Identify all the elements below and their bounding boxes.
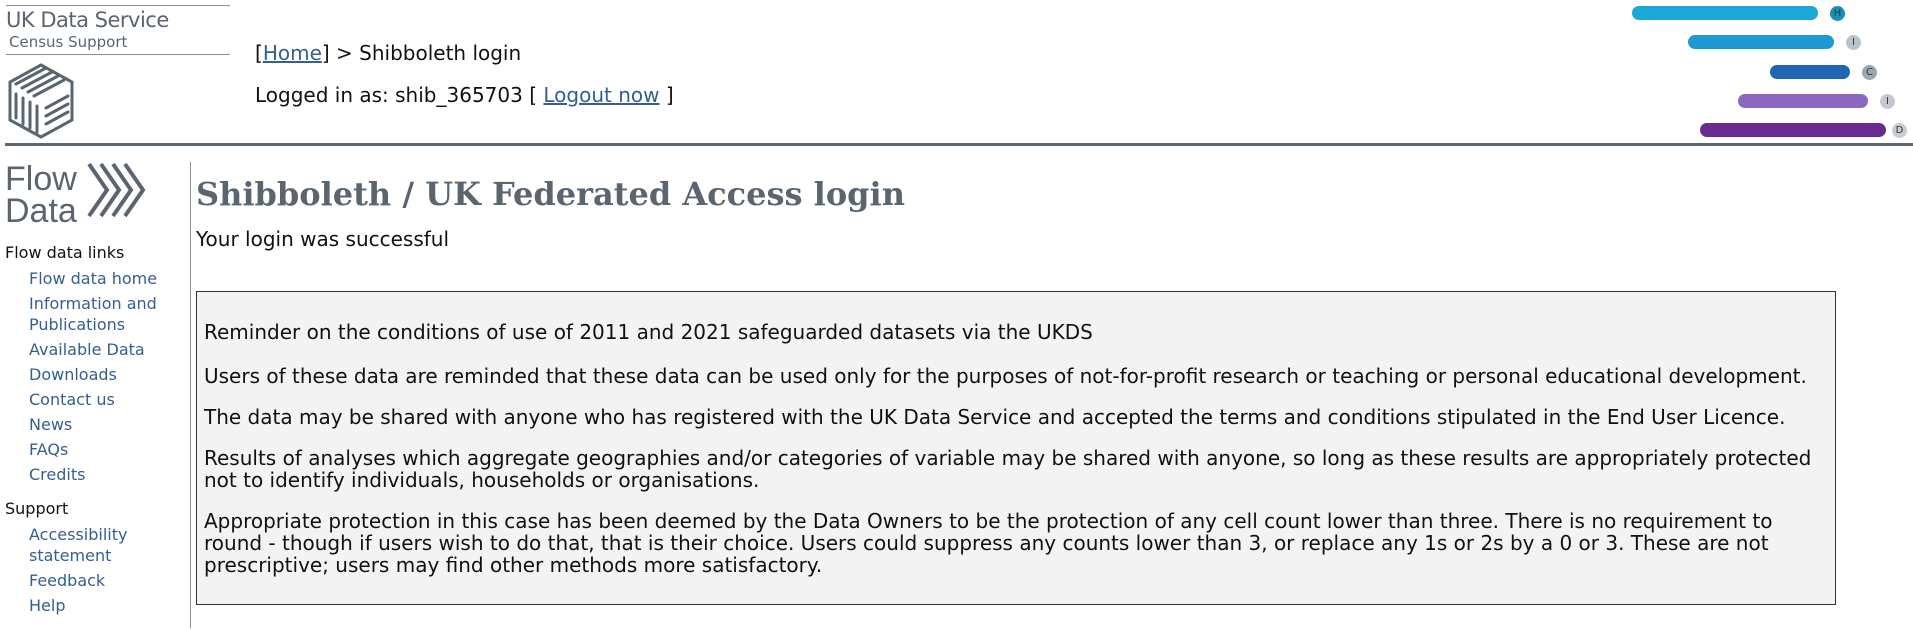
sidebar-item-faqs[interactable]: FAQs — [29, 439, 185, 460]
brand-rule-bottom — [6, 54, 230, 55]
notice-paragraph: Results of analyses which aggregate geog… — [204, 446, 1812, 492]
cube-logo-icon — [8, 63, 74, 139]
page-title: Shibboleth / UK Federated Access login — [196, 175, 905, 213]
sidebar-item-information[interactable]: Information and Publications — [29, 293, 185, 335]
sidebar-item-credits[interactable]: Credits — [29, 464, 185, 485]
uk-data-service-logo[interactable]: UK Data Service Census Support — [6, 5, 230, 55]
brand-rule-top — [6, 5, 230, 6]
sidebar-divider — [190, 162, 191, 628]
sidebar-heading-flow: Flow data links — [5, 243, 125, 262]
notice-heading: Reminder on the conditions of use of 201… — [204, 320, 1093, 344]
breadcrumb-current: Shibboleth login — [359, 41, 522, 65]
header-divider — [5, 143, 1913, 146]
breadcrumb-open: [ — [255, 41, 263, 65]
census-bar-d — [1700, 123, 1886, 137]
census-bar-c — [1770, 65, 1850, 79]
flow-logo-line2: Data — [5, 192, 77, 226]
census-bar-i1 — [1688, 35, 1834, 49]
notice-paragraph: Appropriate protection in this case has … — [204, 509, 1773, 577]
logged-in-status: Logged in as: shib_365703 [ Logout now ] — [255, 82, 674, 108]
sidebar-item-available-data[interactable]: Available Data — [29, 339, 185, 360]
census-dot-h: H — [1830, 6, 1845, 21]
flow-data-logo-icon: Flow Data — [5, 160, 146, 230]
main-content: Shibboleth / UK Federated Access login Y… — [196, 170, 1896, 252]
census-dot-c: C — [1862, 65, 1877, 80]
census-dot-d: D — [1892, 123, 1907, 138]
sidebar-heading-support: Support — [5, 499, 69, 518]
sidebar-item-help[interactable]: Help — [29, 595, 185, 616]
login-status-message: Your login was successful — [196, 227, 450, 251]
support-links-list: Accessibility statement Feedback Help — [5, 524, 185, 616]
logout-bracket-close: ] — [665, 83, 674, 107]
census-dot-i2: I — [1880, 94, 1895, 109]
conditions-notice-box: Reminder on the conditions of use of 201… — [196, 291, 1836, 605]
flow-data-logo[interactable]: Flow Data — [5, 160, 155, 230]
sidebar-item-downloads[interactable]: Downloads — [29, 364, 185, 385]
sidebar-item-flow-home[interactable]: Flow data home — [29, 268, 185, 289]
logout-link[interactable]: Logout now — [543, 83, 659, 107]
sidebar-item-news[interactable]: News — [29, 414, 185, 435]
sidebar-item-accessibility[interactable]: Accessibility statement — [29, 524, 185, 566]
logged-in-label: Logged in as: — [255, 83, 389, 107]
census-bar-i2 — [1738, 94, 1868, 108]
brand-subtitle: Census Support — [9, 33, 128, 51]
census-bar-h — [1632, 6, 1818, 20]
breadcrumb: [Home] > Shibboleth login — [255, 40, 521, 66]
sidebar-item-feedback[interactable]: Feedback — [29, 570, 185, 591]
notice-paragraph: Users of these data are reminded that th… — [204, 364, 1807, 388]
sidebar-item-contact[interactable]: Contact us — [29, 389, 185, 410]
notice-paragraph: The data may be shared with anyone who h… — [204, 405, 1786, 429]
breadcrumb-separator: ] > — [321, 41, 360, 65]
username: shib_365703 — [395, 83, 523, 107]
flow-links-list: Flow data home Information and Publicati… — [5, 268, 185, 485]
census-bars-logo: H I C I D — [1620, 0, 1913, 140]
logout-bracket-open: [ — [529, 83, 538, 107]
sidebar: Flow data links Flow data home Informati… — [5, 240, 185, 630]
census-dot-i1: I — [1846, 35, 1861, 50]
breadcrumb-home-link[interactable]: Home — [263, 41, 322, 65]
brand-title: UK Data Service — [6, 8, 169, 32]
